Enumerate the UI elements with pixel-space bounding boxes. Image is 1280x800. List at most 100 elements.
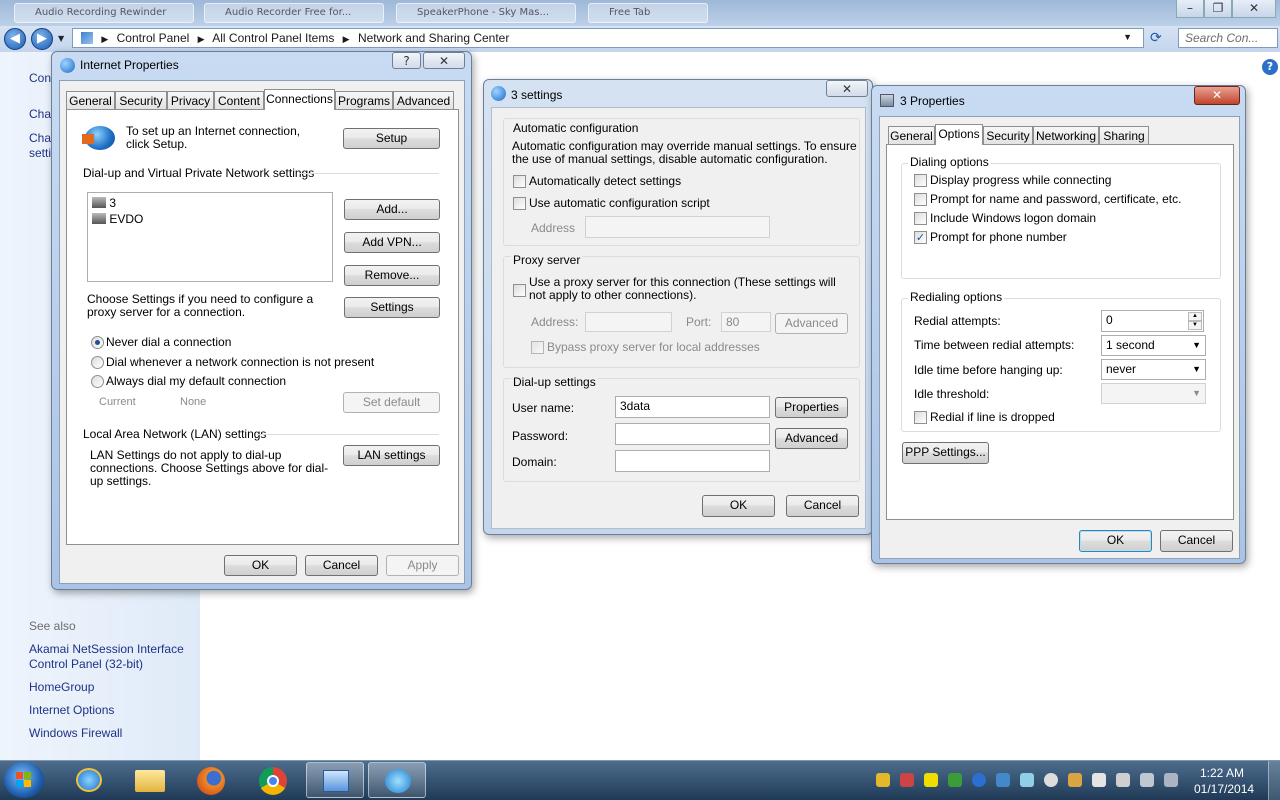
radio-dial-whenever[interactable] [91,356,104,369]
remove-button[interactable]: Remove... [344,265,440,286]
tray-app-icon[interactable] [876,773,890,787]
see-also-windows-firewall[interactable]: Windows Firewall [29,726,122,740]
add-vpn-button[interactable]: Add VPN... [344,232,440,253]
tab-general[interactable]: General [66,91,115,110]
tray-app-icon[interactable] [1068,773,1082,787]
auto-detect-checkbox[interactable] [513,175,526,188]
prompt-name-checkbox[interactable] [914,193,927,206]
tab-security[interactable]: Security [983,126,1033,145]
tab-advanced[interactable]: Advanced [393,91,454,110]
forward-arrow-icon[interactable]: ▶ [31,28,53,50]
radio-never-dial[interactable] [91,336,104,349]
settings-button[interactable]: Settings [344,297,440,318]
properties-button[interactable]: Properties [775,397,848,418]
tray-app-icon[interactable] [924,773,938,787]
background-tab[interactable]: Audio Recorder Free for... [204,3,384,23]
search-input[interactable]: Search Con... [1178,28,1278,48]
show-desktop-button[interactable] [1268,761,1280,800]
stepper-up-icon[interactable]: ▲ [1188,312,1202,321]
tab-security[interactable]: Security [115,91,167,110]
list-item[interactable]: EVDO [92,212,143,226]
volume-icon[interactable] [1092,773,1106,787]
tab-privacy[interactable]: Privacy [167,91,214,110]
close-icon[interactable]: ✕ [1194,86,1240,105]
taskbar-explorer[interactable] [120,762,178,798]
tray-app-icon[interactable] [900,773,914,787]
help-icon[interactable]: ? [1262,59,1278,75]
start-button[interactable] [4,762,44,798]
breadcrumb-control-panel[interactable]: Control Panel [117,31,190,45]
left-link-partial[interactable]: Cha [29,107,51,121]
apply-button[interactable]: Apply [386,555,459,576]
clock-date[interactable]: 01/17/2014 [1194,782,1254,796]
ppp-settings-button[interactable]: PPP Settings... [902,442,989,464]
auto-script-address-input[interactable] [585,216,770,238]
clock-time[interactable]: 1:22 AM [1200,766,1244,780]
taskbar-chrome[interactable] [244,762,302,798]
proxy-address-input[interactable] [585,312,672,332]
speaker-icon[interactable] [1116,773,1130,787]
use-proxy-checkbox[interactable] [513,284,526,297]
breadcrumb-network-sharing[interactable]: Network and Sharing Center [358,31,509,45]
maximize-icon[interactable]: ❐ [1204,0,1232,18]
see-also-homegroup[interactable]: HomeGroup [29,680,94,694]
radio-always-dial[interactable] [91,375,104,388]
close-icon[interactable]: ✕ [1232,0,1276,18]
taskbar-firefox[interactable] [182,762,240,798]
cancel-button[interactable]: Cancel [786,495,859,517]
address-dropdown-icon[interactable]: ▼ [1123,32,1132,42]
port-input[interactable]: 80 [721,312,771,332]
see-also-internet-options[interactable]: Internet Options [29,703,114,717]
left-link-partial[interactable]: setti [29,146,51,160]
minimize-icon[interactable]: – [1176,0,1204,18]
background-tab[interactable]: SpeakerPhone - Sky Mas... [396,3,576,23]
tab-content[interactable]: Content [214,91,264,110]
see-also-akamai[interactable]: Akamai NetSession Interface Control Pane… [29,642,189,672]
network-icon[interactable] [1140,773,1154,787]
dialup-advanced-button[interactable]: Advanced [775,428,848,449]
recent-pages-chevron-icon[interactable]: ▼ [58,34,64,43]
tab-connections[interactable]: Connections [264,89,335,110]
prompt-phone-checkbox[interactable]: ✓ [914,231,927,244]
tab-programs[interactable]: Programs [335,91,393,110]
ok-button[interactable]: OK [1079,530,1152,552]
password-input[interactable] [615,423,770,445]
refresh-icon[interactable]: ⟳ [1150,30,1162,46]
tray-app-icon[interactable] [948,773,962,787]
breadcrumb-all-items[interactable]: All Control Panel Items [212,31,334,45]
background-tab[interactable]: Audio Recording Rewinder [14,3,194,23]
time-between-select[interactable]: 1 second ▼ [1101,335,1206,356]
redial-dropped-checkbox[interactable] [914,411,927,424]
tray-app-icon[interactable] [972,773,986,787]
taskbar-control-panel[interactable] [306,762,364,798]
taskbar-internet-options[interactable] [368,762,426,798]
add-button[interactable]: Add... [344,199,440,220]
idle-threshold-select[interactable]: ▼ [1101,383,1206,404]
cancel-button[interactable]: Cancel [1160,530,1233,552]
close-icon[interactable]: ✕ [423,52,465,69]
redial-attempts-stepper[interactable]: 0 ▲ ▼ [1101,310,1204,332]
tab-general[interactable]: General [888,126,935,145]
address-bar[interactable]: ▶ Control Panel ▶ All Control Panel Item… [72,28,1144,48]
connections-list[interactable]: 3 EVDO [87,192,333,282]
username-input[interactable]: 3data [615,396,770,418]
cancel-button[interactable]: Cancel [305,555,378,576]
background-tab[interactable]: Free Tab [588,3,708,23]
left-link-partial[interactable]: Con [29,71,51,85]
proxy-advanced-button[interactable]: Advanced [775,313,848,334]
tab-options[interactable]: Options [935,124,983,145]
action-center-icon[interactable] [1164,773,1178,787]
taskbar-ie[interactable] [60,762,118,798]
display-progress-checkbox[interactable] [914,174,927,187]
ok-button[interactable]: OK [702,495,775,517]
domain-input[interactable] [615,450,770,472]
tray-app-icon[interactable] [1020,773,1034,787]
tray-app-icon[interactable] [996,773,1010,787]
list-item[interactable]: 3 [92,196,116,210]
help-question-icon[interactable]: ? [392,52,421,69]
bypass-checkbox[interactable] [531,341,544,354]
ok-button[interactable]: OK [224,555,297,576]
back-arrow-icon[interactable]: ◀ [4,28,26,50]
auto-script-checkbox[interactable] [513,197,526,210]
tray-app-icon[interactable] [1044,773,1058,787]
